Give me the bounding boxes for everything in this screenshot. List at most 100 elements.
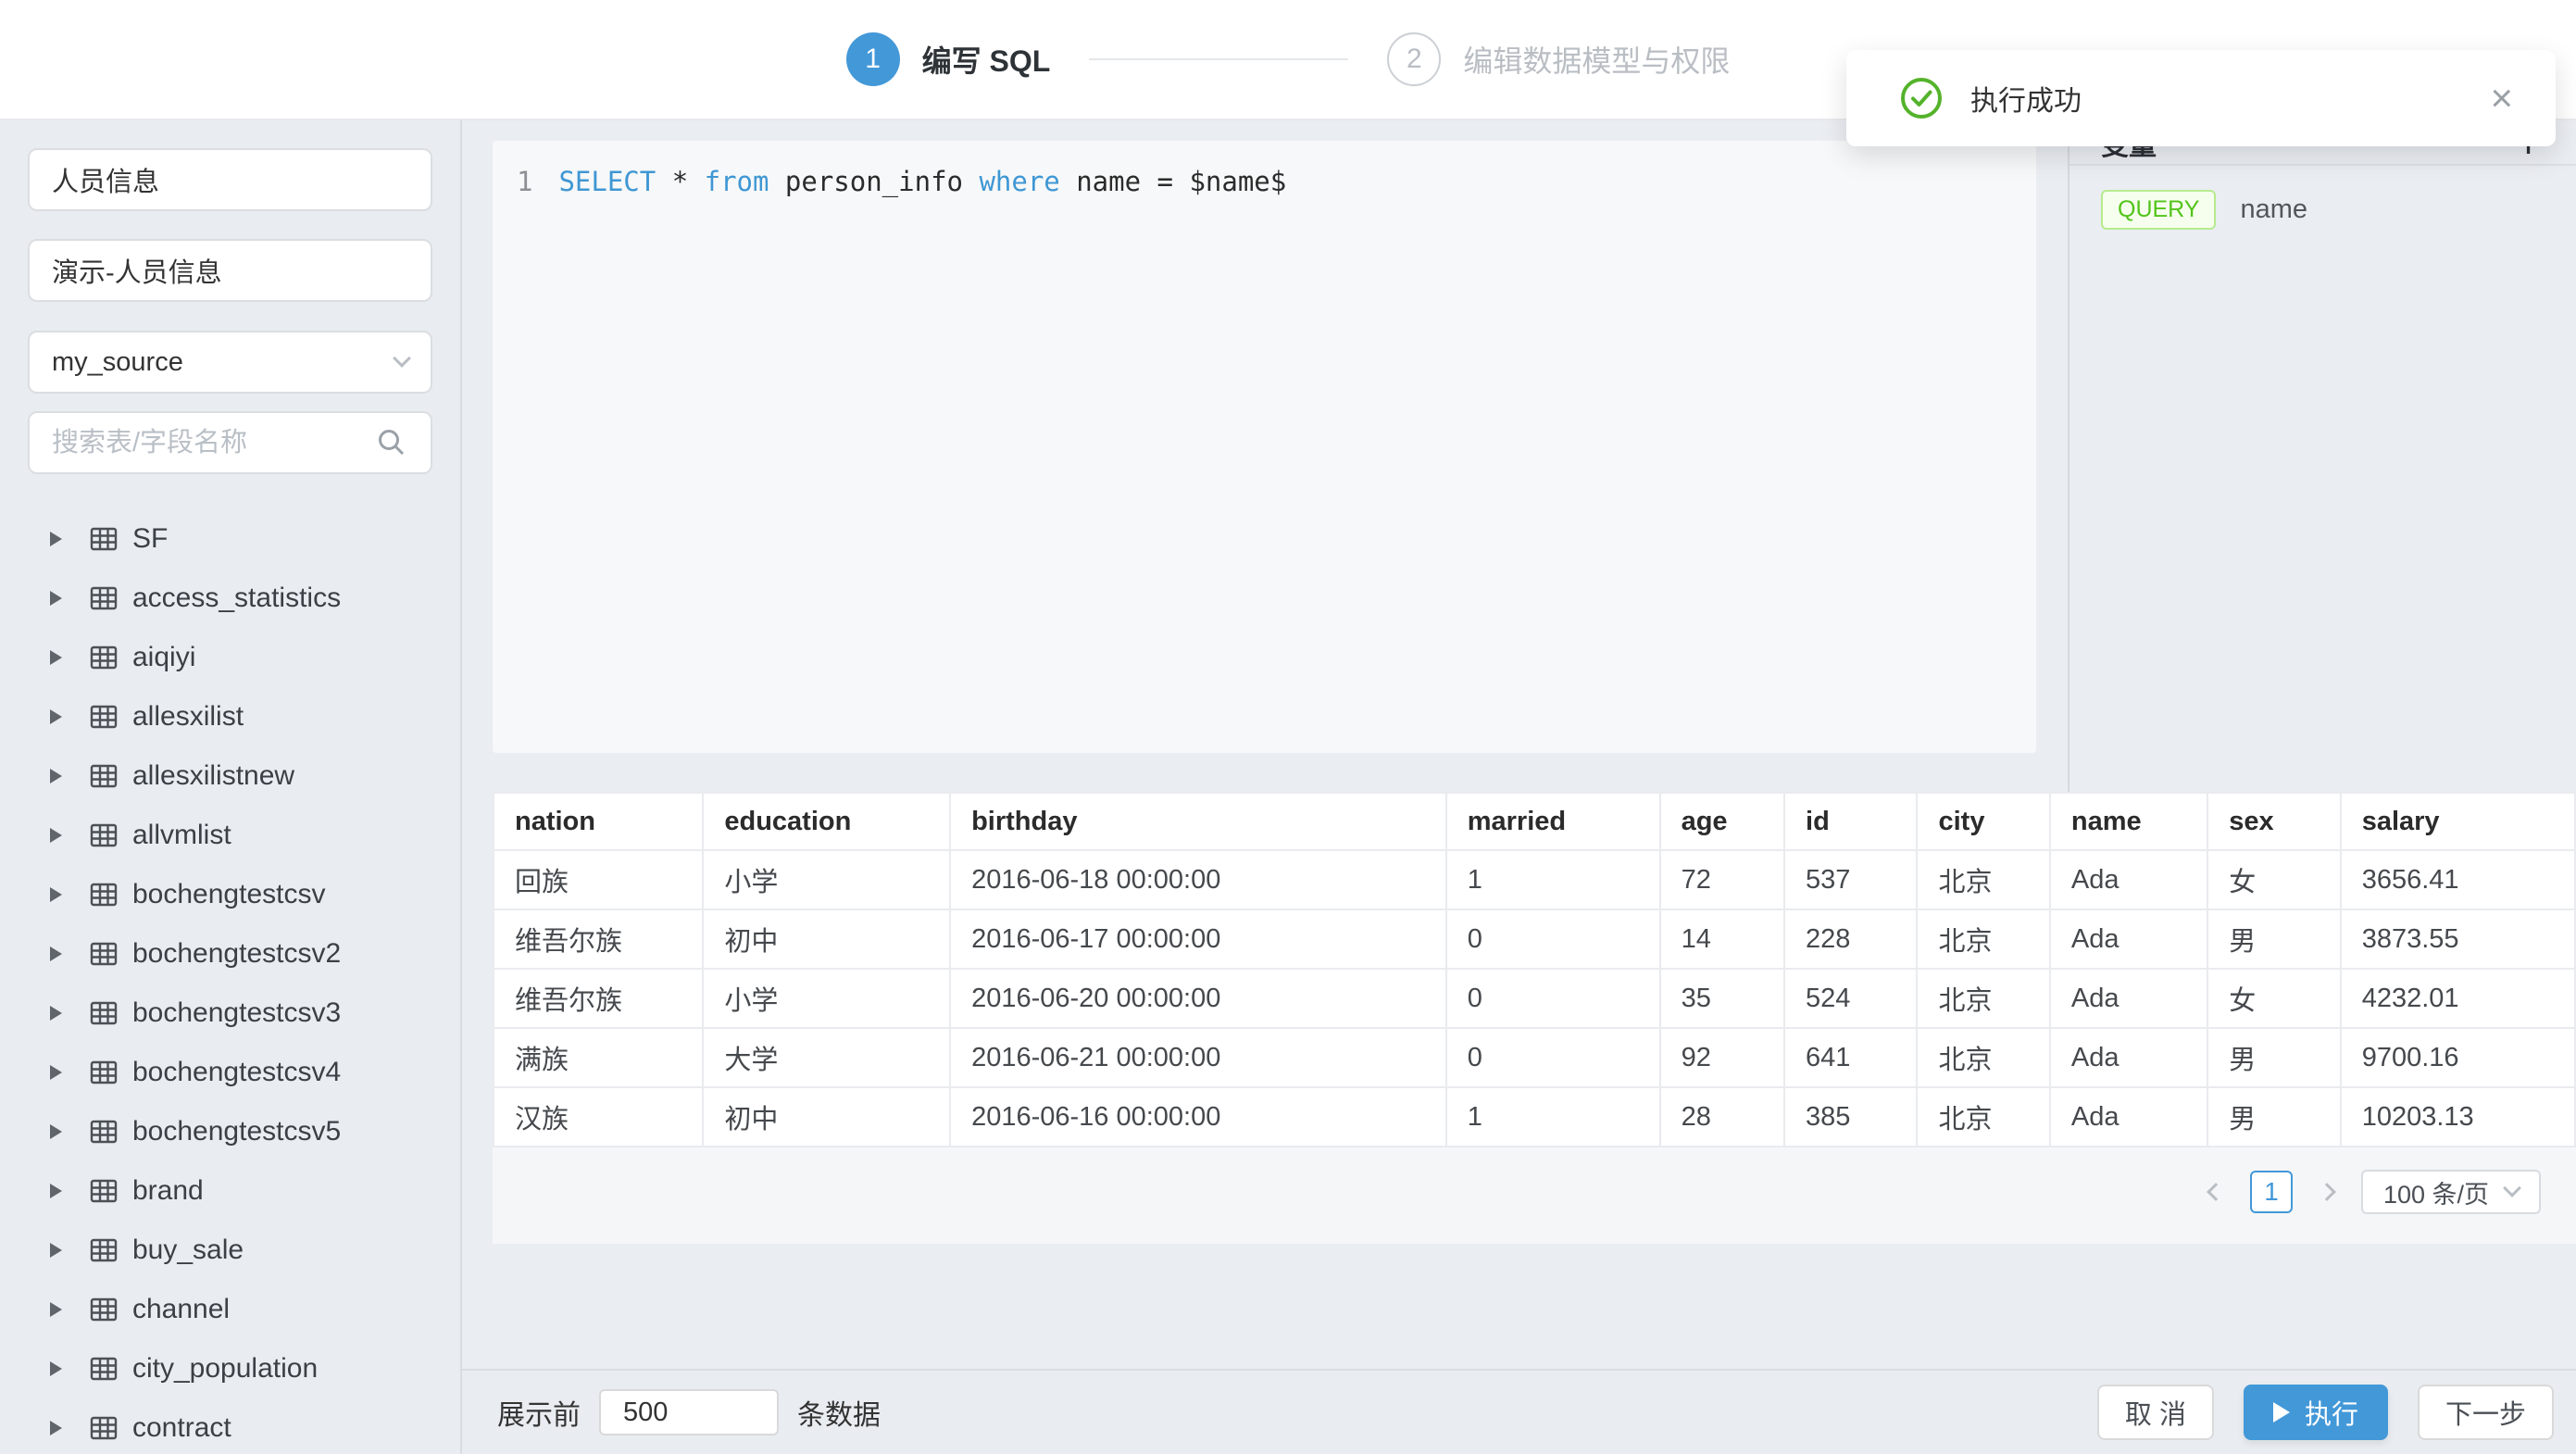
tree-item-bochengtestcsv4[interactable]: bochengtestcsv4 bbox=[28, 1043, 432, 1102]
table-cell: 男 bbox=[2207, 909, 2340, 969]
table-name: access_statistics bbox=[132, 583, 341, 614]
sql-keyword: SELECT bbox=[558, 166, 656, 197]
search-field[interactable] bbox=[28, 411, 432, 474]
tree-item-allvmlist[interactable]: allvmlist bbox=[28, 806, 432, 865]
step-2: 2 编辑数据模型与权限 bbox=[1387, 32, 1730, 86]
pagination: 1 100 条/页 bbox=[493, 1147, 2576, 1214]
table-cell: 2016-06-21 00:00:00 bbox=[950, 1028, 1446, 1087]
caret-right-icon[interactable] bbox=[50, 828, 62, 843]
tree-item-contract[interactable]: contract bbox=[28, 1398, 432, 1454]
table-icon bbox=[90, 1356, 118, 1382]
caret-right-icon[interactable] bbox=[50, 1421, 62, 1435]
caret-right-icon[interactable] bbox=[50, 1184, 62, 1198]
table-cell: 北京 bbox=[1917, 909, 2049, 969]
tree-item-bochengtestcsv5[interactable]: bochengtestcsv5 bbox=[28, 1102, 432, 1161]
tree-item-SF[interactable]: SF bbox=[28, 509, 432, 569]
sql-code: SELECT * from person_info where name = $… bbox=[558, 163, 1286, 200]
tree-item-allesxilist[interactable]: allesxilist bbox=[28, 687, 432, 746]
line-number: 1 bbox=[517, 163, 532, 200]
table-cell: Ada bbox=[2050, 850, 2207, 909]
tree-item-bochengtestcsv[interactable]: bochengtestcsv bbox=[28, 865, 432, 924]
caret-right-icon[interactable] bbox=[50, 1006, 62, 1021]
tree-item-allesxilistnew[interactable]: allesxilistnew bbox=[28, 746, 432, 806]
table-icon bbox=[90, 645, 118, 671]
caret-right-icon[interactable] bbox=[50, 532, 62, 546]
caret-right-icon[interactable] bbox=[50, 1302, 62, 1317]
next-page-button[interactable] bbox=[2313, 1178, 2341, 1206]
table-cell: 2016-06-17 00:00:00 bbox=[950, 909, 1446, 969]
dataset-name-input[interactable] bbox=[28, 148, 432, 211]
table-cell: Ada bbox=[2050, 969, 2207, 1028]
table-icon bbox=[90, 1119, 118, 1145]
tree-item-aiqiyi[interactable]: aiqiyi bbox=[28, 628, 432, 687]
results-body: 回族小学2016-06-18 00:00:00172537北京Ada女3656.… bbox=[494, 850, 2575, 1147]
chevron-down-icon bbox=[2503, 1179, 2521, 1197]
dataset-display-name-input[interactable] bbox=[28, 239, 432, 302]
chevron-down-icon bbox=[393, 349, 411, 368]
table-row: 维吾尔族小学2016-06-20 00:00:00035524北京Ada女423… bbox=[494, 969, 2575, 1028]
table-cell: 小学 bbox=[703, 969, 950, 1028]
table-cell: 0 bbox=[1446, 909, 1660, 969]
table-icon bbox=[90, 1415, 118, 1441]
row-limit-input[interactable] bbox=[599, 1389, 779, 1435]
datasource-select[interactable]: my_source bbox=[28, 331, 432, 394]
main-area: 1 SELECT * from person_info where name =… bbox=[462, 120, 2576, 1454]
column-header-education: education bbox=[703, 793, 950, 850]
page-size-value: 100 条/页 bbox=[2383, 1174, 2489, 1210]
caret-right-icon[interactable] bbox=[50, 1124, 62, 1139]
execute-button[interactable]: 执行 bbox=[2244, 1385, 2388, 1440]
sidebar: my_source SF access_statisticsaiqiyi alles… bbox=[0, 120, 462, 1454]
tree-item-bochengtestcsv2[interactable]: bochengtestcsv2 bbox=[28, 924, 432, 984]
sql-keyword: where bbox=[979, 166, 1059, 197]
tree-item-city_population[interactable]: city_population bbox=[28, 1339, 432, 1398]
table-name: aiqiyi bbox=[132, 642, 195, 673]
next-step-button[interactable]: 下一步 bbox=[2418, 1385, 2554, 1440]
caret-right-icon[interactable] bbox=[50, 1065, 62, 1080]
table-cell: 大学 bbox=[703, 1028, 950, 1087]
table-cell: 北京 bbox=[1917, 1028, 2049, 1087]
table-icon bbox=[90, 526, 118, 552]
page-size-select[interactable]: 100 条/页 bbox=[2361, 1170, 2541, 1214]
table-cell: 回族 bbox=[494, 850, 703, 909]
caret-right-icon[interactable] bbox=[50, 709, 62, 724]
tree-item-brand[interactable]: brand bbox=[28, 1161, 432, 1221]
search-input[interactable] bbox=[52, 428, 375, 458]
tree-item-buy_sale[interactable]: buy_sale bbox=[28, 1221, 432, 1280]
table-name: bochengtestcsv4 bbox=[132, 1057, 341, 1088]
table-cell: Ada bbox=[2050, 909, 2207, 969]
table-cell: 10203.13 bbox=[2341, 1087, 2575, 1147]
caret-right-icon[interactable] bbox=[50, 946, 62, 961]
caret-right-icon[interactable] bbox=[50, 591, 62, 606]
sql-editor[interactable]: 1 SELECT * from person_info where name =… bbox=[493, 141, 2036, 753]
caret-right-icon[interactable] bbox=[50, 769, 62, 783]
close-icon[interactable]: × bbox=[2490, 79, 2513, 118]
table-cell: 524 bbox=[1784, 969, 1917, 1028]
chevron-left-icon bbox=[2207, 1183, 2225, 1201]
table-cell: 4232.01 bbox=[2341, 969, 2575, 1028]
table-name: allvmlist bbox=[132, 820, 231, 851]
caret-right-icon[interactable] bbox=[50, 1243, 62, 1258]
tree-item-bochengtestcsv3[interactable]: bochengtestcsv3 bbox=[28, 984, 432, 1043]
datasource-select-value: my_source bbox=[52, 347, 183, 378]
step-1-badge: 1 bbox=[846, 32, 900, 86]
table-icon bbox=[90, 941, 118, 967]
sql-text: * bbox=[656, 166, 704, 197]
variable-name: name bbox=[2240, 194, 2307, 225]
table-cell: 北京 bbox=[1917, 1087, 2049, 1147]
caret-right-icon[interactable] bbox=[50, 650, 62, 665]
limit-prefix-label: 展示前 bbox=[497, 1392, 581, 1433]
table-row: 满族大学2016-06-21 00:00:00092641北京Ada男9700.… bbox=[494, 1028, 2575, 1087]
caret-right-icon[interactable] bbox=[50, 1361, 62, 1376]
table-cell: 641 bbox=[1784, 1028, 1917, 1087]
current-page-button[interactable]: 1 bbox=[2250, 1171, 2293, 1213]
table-name: bochengtestcsv5 bbox=[132, 1116, 341, 1147]
tree-item-channel[interactable]: channel bbox=[28, 1280, 432, 1339]
tree-item-access_statistics[interactable]: access_statistics bbox=[28, 569, 432, 628]
prev-page-button[interactable] bbox=[2202, 1178, 2230, 1206]
cancel-button[interactable]: 取 消 bbox=[2097, 1385, 2214, 1440]
table-icon bbox=[90, 1000, 118, 1026]
step-1-label: 编写 SQL bbox=[922, 38, 1051, 81]
table-cell: 1 bbox=[1446, 1087, 1660, 1147]
table-cell: 3873.55 bbox=[2341, 909, 2575, 969]
caret-right-icon[interactable] bbox=[50, 887, 62, 902]
